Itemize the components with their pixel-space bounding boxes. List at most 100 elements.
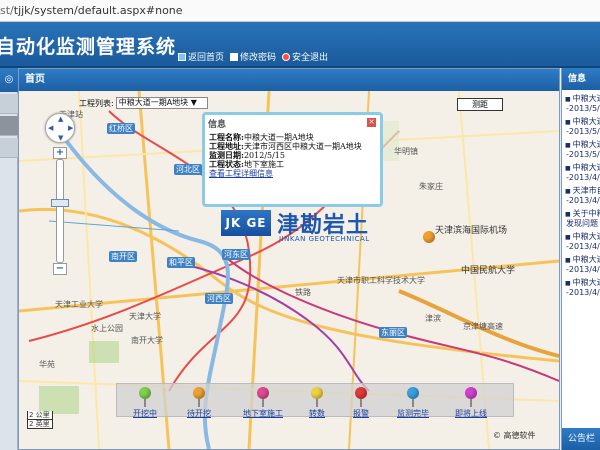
info-popup-body: 工程名称:中粮大道一期A地块 工程地址:天津市河西区中粮大道一期A地块 监测日期…: [209, 133, 379, 179]
legend-label: 报警: [353, 409, 369, 418]
news-date: -2013/5/11: [566, 150, 600, 159]
left-panel: ◎: [0, 68, 18, 450]
pan-up-icon[interactable]: ▲: [58, 115, 63, 123]
pin-tail: [144, 399, 146, 407]
legend-item-pending[interactable]: 待开挖: [187, 387, 211, 419]
left-panel-row[interactable]: [0, 138, 18, 158]
bullet-icon: ■: [565, 165, 571, 172]
project-detail-link[interactable]: 查看工程详细信息: [209, 169, 379, 178]
bullet-icon: ■: [565, 257, 571, 264]
news-item[interactable]: ■中粮大道-2013/4/03: [562, 253, 600, 276]
bulletin-tab[interactable]: 公告栏: [562, 428, 600, 450]
info-status-value: 地下室施工: [243, 160, 284, 169]
marker-icon: [407, 387, 419, 399]
map-label: 水上公园: [91, 324, 123, 333]
bullet-icon: ■: [565, 119, 571, 126]
project-list-select[interactable]: 中粮大道一期A地块 ▼: [115, 97, 208, 109]
news-title: 中粮大道: [572, 94, 600, 103]
news-date: 发现问题: [566, 219, 598, 228]
project-marker-icon[interactable]: [423, 231, 435, 243]
marker-icon: [139, 387, 151, 399]
bullet-icon: ■: [565, 280, 571, 287]
bullet-icon: ■: [565, 96, 571, 103]
main-panel: 首页 天津站 红桥区 河北区 南开区 和平区 河东区 河西区 东丽区 天津工业大…: [18, 68, 560, 450]
news-date: -2013/4/03: [566, 288, 600, 297]
home-link-label: 返回首页: [188, 53, 225, 63]
map-label: 南开大学: [131, 336, 163, 345]
bullet-icon: ■: [565, 234, 571, 241]
map-district: 河北区: [174, 164, 202, 175]
address-bar[interactable]: st/tjjk/system/default.aspx#none: [0, 0, 600, 22]
scale-mile: 2 英里: [27, 420, 53, 429]
legend-item-alarm[interactable]: 报警: [353, 387, 369, 419]
pin-tail: [412, 399, 414, 407]
info-date-value: 2012/5/15: [243, 151, 285, 160]
left-panel-row[interactable]: [0, 94, 18, 114]
pan-control[interactable]: ▲ ▼ ◀ ▶: [45, 113, 75, 143]
zoom-out-button[interactable]: −: [53, 263, 67, 275]
map-label: 天津工业大学: [55, 300, 103, 309]
news-item[interactable]: ■中粮大道-2013/4/16: [562, 230, 600, 253]
map-view[interactable]: 天津站 红桥区 河北区 南开区 和平区 河东区 河西区 东丽区 天津工业大学 南…: [19, 91, 559, 449]
legend-label: 待开挖: [187, 409, 211, 418]
pin-tail: [470, 399, 472, 407]
news-title: 天津市自: [572, 186, 600, 195]
measure-distance-button[interactable]: 测距: [457, 98, 503, 111]
zoom-slider-handle[interactable]: [51, 199, 69, 207]
pin-tail: [316, 399, 318, 407]
marker-icon: [257, 387, 269, 399]
news-panel: 信息 ■中粮大道-2013/5/30 ■中粮大道-2013/5/20 ■中粮大道…: [561, 68, 600, 450]
tab-home[interactable]: 首页: [19, 69, 559, 91]
left-panel-row[interactable]: [0, 116, 18, 136]
legend-item-counting[interactable]: 转数: [309, 387, 325, 419]
home-link[interactable]: 返回首页: [178, 50, 224, 63]
map-label: 津滨: [425, 314, 441, 323]
map-label: 天津市职工科学技术大学: [337, 276, 425, 285]
news-item[interactable]: ■中粮大道-2013/5/30: [562, 92, 600, 115]
legend-item-finished[interactable]: 监测完毕: [397, 387, 429, 419]
legend-label: 转数: [309, 409, 325, 418]
news-date: -2013/4/15: [566, 196, 600, 205]
news-item[interactable]: ■中粮大道-2013/4/03: [562, 276, 600, 299]
news-title: 中粮大道: [572, 278, 600, 287]
map-district: 河西区: [205, 293, 233, 304]
zoom-slider[interactable]: [56, 159, 64, 263]
map-district: 和平区: [167, 257, 195, 268]
home-icon: [178, 52, 186, 61]
change-password-link[interactable]: 修改密码: [230, 50, 276, 63]
password-icon: [230, 52, 239, 61]
left-panel-collapse-icon[interactable]: ◎: [0, 68, 18, 92]
system-title: 自动化监测管理系统: [0, 36, 177, 58]
logout-link[interactable]: 安全退出: [282, 50, 328, 63]
legend-item-digging[interactable]: 开挖中: [133, 387, 157, 419]
legend-label: 即将上线: [455, 409, 487, 418]
news-title: 中粮大道: [572, 117, 600, 126]
pin-tail: [198, 399, 200, 407]
marker-icon: [193, 387, 205, 399]
zoom-in-button[interactable]: +: [53, 147, 67, 159]
news-item[interactable]: ■关于中粮发现问题: [562, 207, 600, 230]
pan-right-icon[interactable]: ▶: [68, 124, 73, 132]
pan-left-icon[interactable]: ◀: [48, 124, 53, 132]
news-panel-title: 信息: [562, 68, 600, 90]
info-status-label: 工程状态:: [209, 159, 244, 169]
close-icon[interactable]: ✕: [367, 118, 376, 127]
news-item[interactable]: ■中粮大道-2013/4/22: [562, 161, 600, 184]
scale-km: 2 公里: [27, 411, 53, 420]
legend-label: 地下室施工: [243, 409, 283, 418]
legend-label: 监测完毕: [397, 409, 429, 418]
map-label: 中国民航大学: [461, 266, 516, 276]
news-item[interactable]: ■中粮大道-2013/5/11: [562, 138, 600, 161]
info-name-value: 中粮大道一期A地块: [243, 133, 314, 142]
news-title: 中粮大道: [572, 255, 600, 264]
legend-item-upcoming[interactable]: 即将上线: [455, 387, 487, 419]
company-logo: JK GE 津勘岩土 JINKAN GEOTECHNICAL: [221, 209, 401, 245]
news-item[interactable]: ■天津市自-2013/4/15: [562, 184, 600, 207]
pan-down-icon[interactable]: ▼: [58, 134, 63, 142]
map-district: 河东区: [222, 249, 250, 260]
news-item[interactable]: ■中粮大道-2013/5/20: [562, 115, 600, 138]
legend-item-basement[interactable]: 地下室施工: [243, 387, 283, 419]
marker-icon: [311, 387, 323, 399]
top-links: 返回首页 修改密码 安全退出: [178, 50, 328, 63]
url-text: tjjk/system/default.aspx#none: [13, 4, 183, 17]
